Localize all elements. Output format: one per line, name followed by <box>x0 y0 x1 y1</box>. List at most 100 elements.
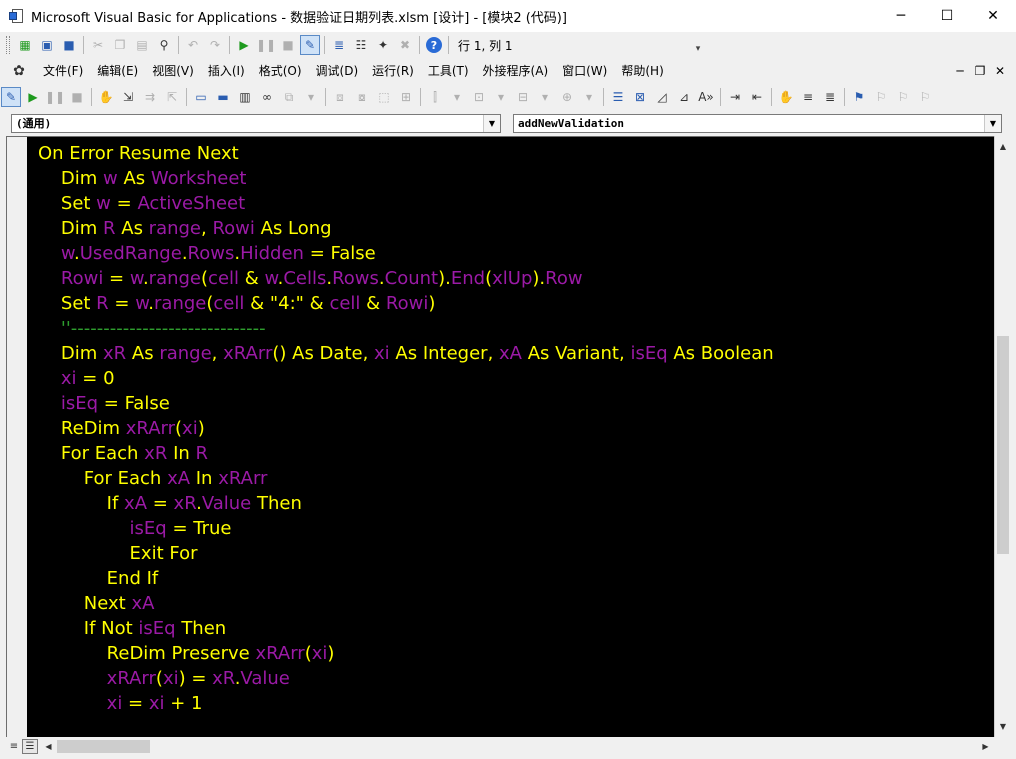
code-line[interactable]: xi = 0 <box>38 366 774 391</box>
code-line[interactable]: isEq = False <box>38 391 774 416</box>
menu-help[interactable]: 帮助(H) <box>614 60 670 82</box>
reset-icon[interactable]: ■ <box>278 35 298 55</box>
project-explorer-icon[interactable]: ≣ <box>329 35 349 55</box>
chevron-down-icon[interactable]: ▼ <box>483 115 500 132</box>
align-icon[interactable]: ⫿ <box>425 87 445 107</box>
code-line[interactable]: Exit For <box>38 541 774 566</box>
code-line[interactable]: xi = xi + 1 <box>38 691 774 716</box>
size-dropdown-icon[interactable]: ▾ <box>535 87 555 107</box>
outdent-icon[interactable]: ⇤ <box>747 87 767 107</box>
properties-window-icon[interactable]: ☷ <box>351 35 371 55</box>
horizontal-scroll-thumb[interactable] <box>57 740 150 753</box>
close-button[interactable]: ✕ <box>970 0 1016 32</box>
menu-window[interactable]: 窗口(W) <box>555 60 614 82</box>
menu-debug[interactable]: 调试(D) <box>309 60 366 82</box>
menu-file[interactable]: 文件(F) <box>36 60 90 82</box>
size-icon[interactable]: ⊟ <box>513 87 533 107</box>
toggle-breakpoint-2-icon[interactable]: ✋ <box>776 87 796 107</box>
redo-icon[interactable]: ↷ <box>205 35 225 55</box>
debug-toolbar-chevron-icon[interactable]: ▾ <box>301 87 321 107</box>
menu-addins[interactable]: 外接程序(A) <box>476 60 556 82</box>
scroll-down-icon[interactable]: ▼ <box>995 718 1011 735</box>
scroll-right-icon[interactable]: ▶ <box>977 738 994 755</box>
help-icon[interactable]: ? <box>424 35 444 55</box>
immediate-window-icon[interactable]: ▬ <box>213 87 233 107</box>
zoom-icon[interactable]: ⊕ <box>557 87 577 107</box>
ungroup-icon[interactable]: ⊞ <box>396 87 416 107</box>
break-icon[interactable]: ❚❚ <box>256 35 276 55</box>
procedure-combo[interactable]: addNewValidation ▼ <box>513 114 1002 133</box>
code-line[interactable]: For Each xR In R <box>38 441 774 466</box>
code-line[interactable]: End If <box>38 566 774 591</box>
view-excel-icon[interactable]: ▦ <box>15 35 35 55</box>
find-icon[interactable]: ⚲ <box>154 35 174 55</box>
run-icon[interactable]: ▶ <box>234 35 254 55</box>
step-into-icon[interactable]: ⇲ <box>118 87 138 107</box>
comment-block-icon[interactable]: ≡ <box>798 87 818 107</box>
parameter-info-icon[interactable]: ⊿ <box>674 87 694 107</box>
code-line[interactable]: Dim w As Worksheet <box>38 166 774 191</box>
center-icon[interactable]: ⊡ <box>469 87 489 107</box>
vertical-scrollbar[interactable]: ▲ ▼ <box>994 136 1010 737</box>
toolbar-grip[interactable] <box>6 36 10 54</box>
code-text[interactable]: On Error Resume Next Dim w As Worksheet … <box>38 141 774 716</box>
code-line[interactable]: If Not isEq Then <box>38 616 774 641</box>
align-dropdown-icon[interactable]: ▾ <box>447 87 467 107</box>
bring-front-icon[interactable]: ⧈ <box>330 87 350 107</box>
menu-format[interactable]: 格式(O) <box>252 60 309 82</box>
step-over-icon[interactable]: ⇉ <box>140 87 160 107</box>
uncomment-block-icon[interactable]: ≣ <box>820 87 840 107</box>
code-line[interactable]: On Error Resume Next <box>38 141 774 166</box>
child-restore-icon[interactable]: ❐ <box>970 62 990 80</box>
locals-window-icon[interactable]: ▭ <box>191 87 211 107</box>
full-module-view-icon[interactable]: ☰ <box>22 739 38 754</box>
step-out-icon[interactable]: ⇱ <box>162 87 182 107</box>
code-line[interactable]: xRArr(xi) = xR.Value <box>38 666 774 691</box>
child-close-icon[interactable]: ✕ <box>990 62 1010 80</box>
watch-window-icon[interactable]: ▥ <box>235 87 255 107</box>
insert-userform-icon[interactable]: ▣ <box>37 35 57 55</box>
toggle-bookmark-icon[interactable]: ⚑ <box>849 87 869 107</box>
scroll-left-icon[interactable]: ◀ <box>40 738 57 755</box>
object-browser-icon[interactable]: ✦ <box>373 35 393 55</box>
list-constants-icon[interactable]: ⊠ <box>630 87 650 107</box>
toggle-breakpoint-icon[interactable]: ✋ <box>96 87 116 107</box>
design-toggle-icon[interactable]: ✎ <box>1 87 21 107</box>
debug-reset-icon[interactable]: ■ <box>67 87 87 107</box>
code-editor[interactable]: On Error Resume Next Dim w As Worksheet … <box>6 136 994 737</box>
group-icon[interactable]: ⬚ <box>374 87 394 107</box>
send-back-icon[interactable]: ⧇ <box>352 87 372 107</box>
code-line[interactable]: For Each xA In xRArr <box>38 466 774 491</box>
complete-word-icon[interactable]: A» <box>696 87 716 107</box>
cut-icon[interactable]: ✂ <box>88 35 108 55</box>
maximize-button[interactable]: ☐ <box>924 0 970 32</box>
horizontal-scrollbar[interactable]: ◀ ▶ <box>40 738 994 755</box>
next-bookmark-icon[interactable]: ⚐ <box>871 87 891 107</box>
menu-run[interactable]: 运行(R) <box>365 60 421 82</box>
code-line[interactable]: Dim xR As range, xRArr() As Date, xi As … <box>38 341 774 366</box>
code-line[interactable]: Set w = ActiveSheet <box>38 191 774 216</box>
code-line[interactable]: Rowi = w.range(cell & w.Cells.Rows.Count… <box>38 266 774 291</box>
toolbar-options-chevron-icon[interactable]: ▾ <box>694 36 702 54</box>
call-stack-icon[interactable]: ⧉ <box>279 87 299 107</box>
quick-info-icon[interactable]: ◿ <box>652 87 672 107</box>
code-line[interactable]: isEq = True <box>38 516 774 541</box>
copy-icon[interactable]: ❐ <box>110 35 130 55</box>
chevron-down-icon[interactable]: ▼ <box>984 115 1001 132</box>
vba-menu-icon[interactable]: ✿ <box>10 62 28 80</box>
clear-bookmarks-icon[interactable]: ⚐ <box>915 87 935 107</box>
scroll-up-icon[interactable]: ▲ <box>995 138 1011 155</box>
menu-insert[interactable]: 插入(I) <box>201 60 252 82</box>
paste-icon[interactable]: ▤ <box>132 35 152 55</box>
code-line[interactable]: Dim R As range, Rowi As Long <box>38 216 774 241</box>
design-mode-icon[interactable]: ✎ <box>300 35 320 55</box>
vertical-scroll-thumb[interactable] <box>997 336 1009 554</box>
save-icon[interactable]: ■ <box>59 35 79 55</box>
edit-toolbar-chevron-icon[interactable]: ▾ <box>579 87 599 107</box>
center-dropdown-icon[interactable]: ▾ <box>491 87 511 107</box>
code-line[interactable]: Set R = w.range(cell & "4:" & cell & Row… <box>38 291 774 316</box>
child-minimize-icon[interactable]: ─ <box>950 62 970 80</box>
code-line[interactable]: ReDim Preserve xRArr(xi) <box>38 641 774 666</box>
code-line[interactable]: If xA = xR.Value Then <box>38 491 774 516</box>
code-line[interactable]: ReDim xRArr(xi) <box>38 416 774 441</box>
